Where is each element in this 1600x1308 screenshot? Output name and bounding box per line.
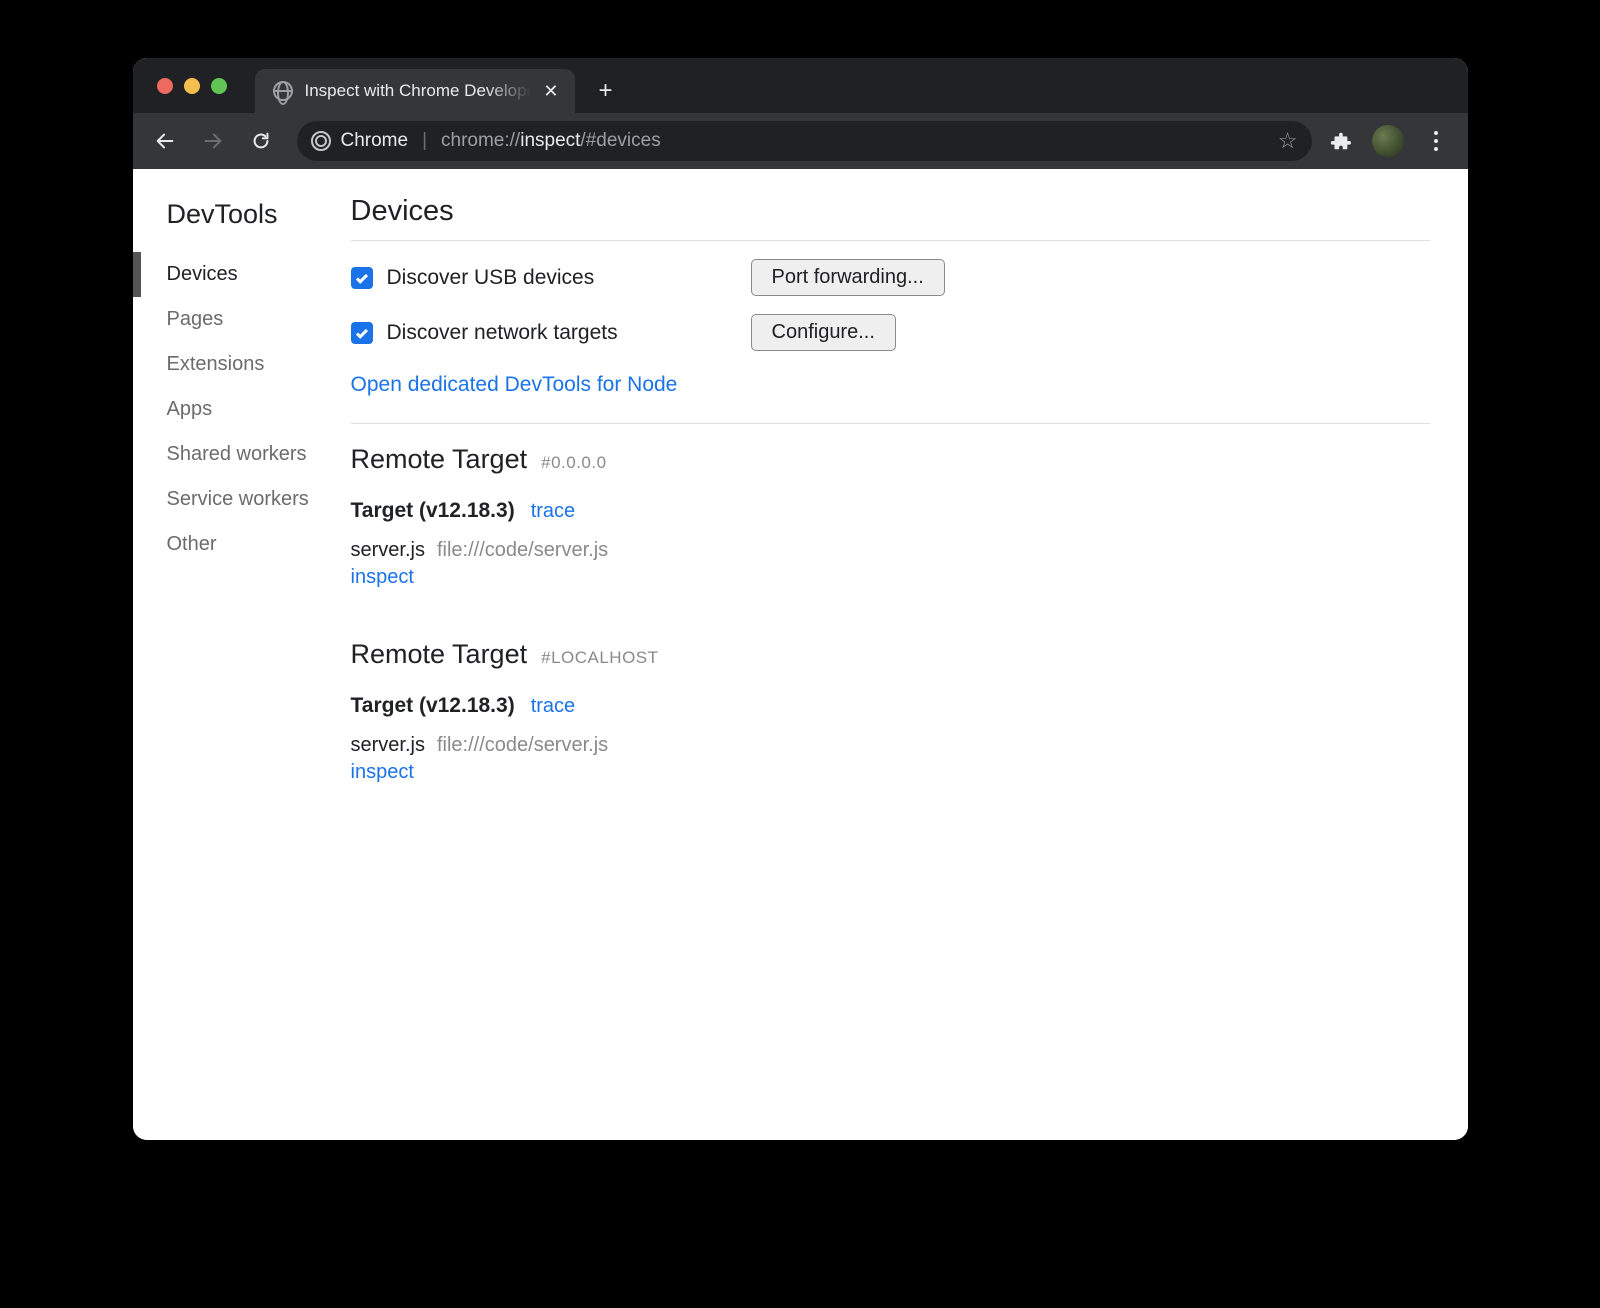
forward-button[interactable]	[195, 123, 231, 159]
remote-target-title: Remote Target	[351, 444, 528, 475]
kebab-menu-icon[interactable]	[1424, 131, 1448, 151]
remote-target-section: Remote Target #LOCALHOST Target (v12.18.…	[351, 619, 1430, 814]
close-tab-icon[interactable]: ✕	[543, 82, 558, 100]
remote-target-section: Remote Target #0.0.0.0 Target (v12.18.3)…	[351, 424, 1430, 619]
target-name: Target (v12.18.3)	[351, 694, 515, 718]
target-file-name: server.js	[351, 539, 425, 562]
minimize-window-button[interactable]	[184, 78, 200, 94]
sidebar-title: DevTools	[133, 199, 351, 252]
target-name: Target (v12.18.3)	[351, 499, 515, 523]
discover-network-label: Discover network targets	[387, 321, 618, 345]
discover-usb-label: Discover USB devices	[387, 266, 595, 290]
reload-button[interactable]	[243, 123, 279, 159]
omnibox-url: chrome://inspect/#devices	[441, 130, 661, 152]
sidebar-item-extensions[interactable]: Extensions	[133, 342, 351, 387]
sidebar: DevTools DevicesPagesExtensionsAppsShare…	[133, 169, 351, 1140]
maximize-window-button[interactable]	[211, 78, 227, 94]
discover-usb-checkbox[interactable]	[351, 267, 373, 289]
omnibox-divider: |	[422, 130, 427, 152]
tab-strip: Inspect with Chrome Developer ✕ +	[133, 58, 1468, 113]
content-area: DevTools DevicesPagesExtensionsAppsShare…	[133, 169, 1468, 1140]
omnibox-prefix: Chrome	[341, 130, 409, 152]
inspect-link[interactable]: inspect	[351, 761, 414, 784]
main-panel: Devices Discover USB devices Port forwar…	[351, 169, 1468, 1140]
remote-target-title: Remote Target	[351, 639, 528, 670]
sidebar-item-pages[interactable]: Pages	[133, 297, 351, 342]
inspect-link[interactable]: inspect	[351, 566, 414, 589]
extensions-icon[interactable]	[1324, 125, 1356, 157]
discover-network-checkbox[interactable]	[351, 322, 373, 344]
url-host: inspect	[520, 130, 580, 151]
page-title: Devices	[351, 195, 1430, 228]
configure-button[interactable]: Configure...	[751, 314, 896, 351]
open-node-devtools-link[interactable]: Open dedicated DevTools for Node	[351, 373, 678, 397]
target-file-path: file:///code/server.js	[437, 539, 608, 562]
port-forwarding-button[interactable]: Port forwarding...	[751, 259, 945, 296]
address-bar[interactable]: Chrome | chrome://inspect/#devices ☆	[297, 121, 1312, 161]
sidebar-item-shared-workers[interactable]: Shared workers	[133, 432, 351, 477]
new-tab-button[interactable]: +	[599, 77, 613, 105]
remote-target-tag: #0.0.0.0	[541, 453, 606, 473]
sidebar-item-devices[interactable]: Devices	[133, 252, 351, 297]
browser-window: Inspect with Chrome Developer ✕ + Chrome…	[133, 58, 1468, 1140]
window-controls	[157, 78, 227, 94]
globe-icon	[273, 81, 293, 101]
url-path: /#devices	[580, 130, 660, 151]
bookmark-icon[interactable]: ☆	[1278, 128, 1298, 154]
back-button[interactable]	[147, 123, 183, 159]
sidebar-item-apps[interactable]: Apps	[133, 387, 351, 432]
remote-target-tag: #LOCALHOST	[541, 648, 658, 668]
chrome-icon	[311, 131, 331, 151]
trace-link[interactable]: trace	[531, 500, 575, 523]
target-file-path: file:///code/server.js	[437, 734, 608, 757]
sidebar-item-service-workers[interactable]: Service workers	[133, 477, 351, 522]
url-scheme: chrome://	[441, 130, 520, 151]
toolbar: Chrome | chrome://inspect/#devices ☆	[133, 113, 1468, 169]
tab-title: Inspect with Chrome Developer	[305, 81, 532, 101]
close-window-button[interactable]	[157, 78, 173, 94]
trace-link[interactable]: trace	[531, 695, 575, 718]
profile-avatar[interactable]	[1372, 125, 1404, 157]
sidebar-item-other[interactable]: Other	[133, 522, 351, 567]
target-file-name: server.js	[351, 734, 425, 757]
discover-section: Discover USB devices Port forwarding... …	[351, 241, 1430, 423]
browser-tab[interactable]: Inspect with Chrome Developer ✕	[255, 69, 575, 113]
